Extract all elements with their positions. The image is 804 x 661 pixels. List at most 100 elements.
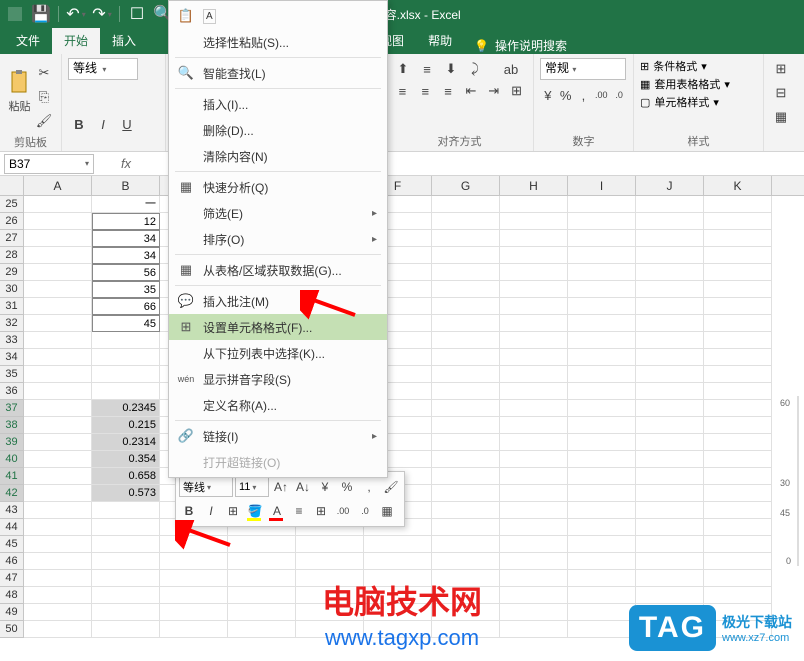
conditional-format-button[interactable]: ⊞ 条件格式 ▾ bbox=[640, 58, 757, 74]
cell[interactable] bbox=[568, 451, 636, 468]
insert-cells-icon[interactable]: ⊞ bbox=[770, 58, 792, 80]
cell[interactable] bbox=[568, 502, 636, 519]
cell[interactable] bbox=[92, 587, 160, 604]
row-header[interactable]: 27 bbox=[0, 230, 24, 247]
cell[interactable] bbox=[364, 536, 432, 553]
mini-inc-decimal-icon[interactable]: .0 bbox=[355, 501, 375, 521]
row-header[interactable]: 31 bbox=[0, 298, 24, 315]
cell[interactable] bbox=[92, 332, 160, 349]
cell[interactable] bbox=[24, 570, 92, 587]
cell[interactable] bbox=[92, 383, 160, 400]
cell[interactable] bbox=[636, 230, 704, 247]
ctx-link[interactable]: 🔗链接(I)▸ bbox=[169, 423, 387, 449]
italic-button[interactable]: I bbox=[92, 114, 114, 136]
cell[interactable] bbox=[24, 213, 92, 230]
cell[interactable] bbox=[432, 315, 500, 332]
ctx-insert-comment[interactable]: 💬插入批注(M) bbox=[169, 288, 387, 314]
row-header[interactable]: 33 bbox=[0, 332, 24, 349]
row-header[interactable]: 36 bbox=[0, 383, 24, 400]
cell[interactable] bbox=[568, 621, 636, 638]
cell[interactable] bbox=[432, 417, 500, 434]
cell[interactable] bbox=[568, 434, 636, 451]
cell[interactable] bbox=[24, 587, 92, 604]
cell[interactable] bbox=[500, 587, 568, 604]
cell[interactable] bbox=[432, 281, 500, 298]
cell[interactable] bbox=[500, 400, 568, 417]
cell[interactable] bbox=[432, 383, 500, 400]
cell[interactable] bbox=[500, 349, 568, 366]
align-top-icon[interactable]: ⬆ bbox=[392, 58, 414, 80]
cell[interactable] bbox=[568, 553, 636, 570]
currency-button[interactable]: ¥ bbox=[540, 84, 556, 106]
cell[interactable] bbox=[500, 196, 568, 213]
mini-italic-button[interactable]: I bbox=[201, 501, 221, 521]
cell[interactable] bbox=[500, 570, 568, 587]
cell[interactable]: 0.354 bbox=[92, 451, 160, 468]
ctx-dropdown-pick[interactable]: 从下拉列表中选择(K)... bbox=[169, 340, 387, 366]
cell[interactable] bbox=[500, 281, 568, 298]
cell[interactable] bbox=[568, 485, 636, 502]
fx-button[interactable]: fx bbox=[114, 156, 138, 171]
tab-help[interactable]: 帮助 bbox=[416, 27, 464, 54]
cell[interactable] bbox=[432, 349, 500, 366]
row-header[interactable]: 45 bbox=[0, 536, 24, 553]
column-header[interactable]: A bbox=[24, 176, 92, 195]
cell[interactable] bbox=[500, 264, 568, 281]
dec-indent-icon[interactable]: ⇤ bbox=[460, 80, 481, 102]
ctx-paste-special[interactable]: 选择性粘贴(S)... bbox=[169, 29, 387, 55]
cell[interactable] bbox=[500, 519, 568, 536]
cell[interactable] bbox=[704, 213, 772, 230]
row-header[interactable]: 47 bbox=[0, 570, 24, 587]
column-header[interactable]: H bbox=[500, 176, 568, 195]
cell[interactable] bbox=[568, 417, 636, 434]
cell[interactable] bbox=[500, 417, 568, 434]
align-left-icon[interactable]: ≡ bbox=[392, 80, 413, 102]
cell[interactable] bbox=[432, 502, 500, 519]
select-all-corner[interactable] bbox=[0, 176, 24, 195]
row-header[interactable]: 42 bbox=[0, 485, 24, 502]
row-header[interactable]: 39 bbox=[0, 434, 24, 451]
ctx-paste-options[interactable]: 📋A bbox=[169, 3, 387, 29]
mini-fill-color-icon[interactable]: 🪣 bbox=[245, 501, 265, 521]
copy-icon[interactable]: ⎘ bbox=[33, 86, 55, 108]
mini-percent-icon[interactable]: % bbox=[337, 477, 357, 497]
ctx-quick-analysis[interactable]: ▦快速分析(Q) bbox=[169, 174, 387, 200]
cell[interactable] bbox=[92, 519, 160, 536]
cell[interactable] bbox=[636, 502, 704, 519]
cell[interactable]: 0.215 bbox=[92, 417, 160, 434]
cell[interactable]: 0.2345 bbox=[92, 400, 160, 417]
row-header[interactable]: 37 bbox=[0, 400, 24, 417]
mini-comma-icon[interactable]: , bbox=[359, 477, 379, 497]
decrease-decimal-button[interactable]: .0 bbox=[611, 84, 627, 106]
cell[interactable] bbox=[636, 468, 704, 485]
cell[interactable] bbox=[636, 298, 704, 315]
cell[interactable] bbox=[24, 485, 92, 502]
row-header[interactable]: 25 bbox=[0, 196, 24, 213]
cell[interactable] bbox=[500, 213, 568, 230]
cell[interactable] bbox=[432, 196, 500, 213]
cell[interactable] bbox=[704, 587, 772, 604]
cell[interactable] bbox=[568, 196, 636, 213]
cell[interactable] bbox=[160, 604, 228, 621]
mini-font-name[interactable]: 等线 ▾ bbox=[179, 477, 233, 497]
cell[interactable] bbox=[500, 485, 568, 502]
cell[interactable] bbox=[432, 264, 500, 281]
cell[interactable] bbox=[228, 587, 296, 604]
mini-align-icon[interactable]: ≡ bbox=[289, 501, 309, 521]
cell[interactable] bbox=[636, 400, 704, 417]
row-header[interactable]: 30 bbox=[0, 281, 24, 298]
cell[interactable] bbox=[704, 332, 772, 349]
column-header[interactable]: J bbox=[636, 176, 704, 195]
cell[interactable] bbox=[568, 315, 636, 332]
cell[interactable] bbox=[500, 315, 568, 332]
cell[interactable] bbox=[636, 434, 704, 451]
touch-icon[interactable]: ☐ bbox=[126, 3, 148, 25]
cell[interactable] bbox=[432, 400, 500, 417]
cell[interactable] bbox=[568, 604, 636, 621]
cell[interactable] bbox=[92, 366, 160, 383]
cell[interactable] bbox=[92, 604, 160, 621]
tab-home[interactable]: 开始 bbox=[52, 27, 100, 54]
cell[interactable] bbox=[432, 332, 500, 349]
tell-me[interactable]: 💡 操作说明搜索 bbox=[474, 37, 567, 54]
cell[interactable] bbox=[432, 434, 500, 451]
